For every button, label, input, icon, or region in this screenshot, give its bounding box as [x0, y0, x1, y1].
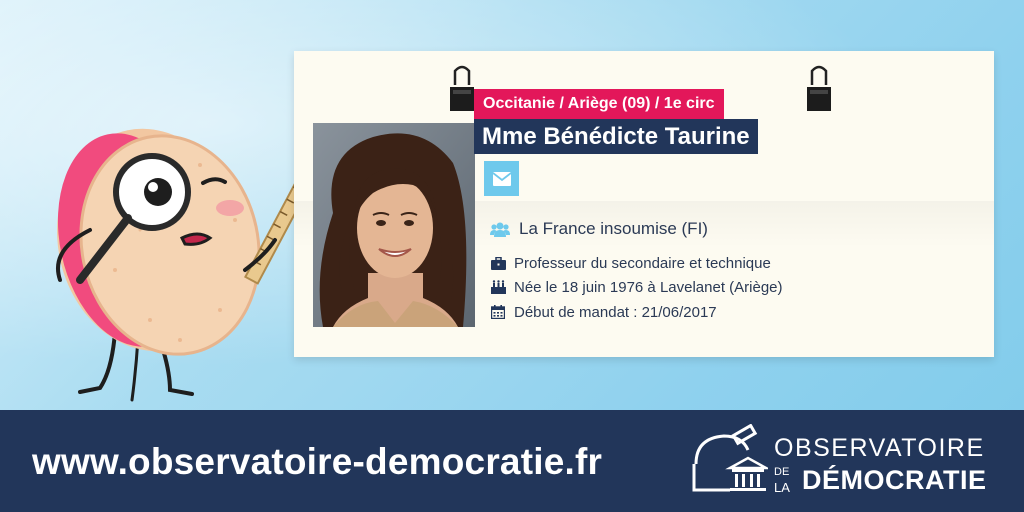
email-button[interactable] — [484, 161, 519, 196]
profession-label: Professeur du secondaire et technique — [514, 254, 771, 272]
logo-text-observatoire: OBSERVATOIRE — [774, 434, 985, 462]
calendar-icon — [490, 304, 506, 320]
macaron-mascot-illustration — [56, 125, 339, 402]
envelope-icon — [492, 171, 511, 186]
birth-row: Née le 18 juin 1976 à Lavelanet (Ariège) — [490, 277, 783, 297]
birthday-cake-icon — [490, 279, 506, 295]
website-url[interactable]: www.observatoire-democratie.fr — [32, 432, 602, 492]
logo-text-de: DE — [774, 466, 790, 478]
constituency-tag: Occitanie / Ariège (09) / 1e circ — [474, 89, 724, 119]
profession-row: Professeur du secondaire et technique — [490, 253, 771, 273]
logo-text-la: LA — [774, 480, 790, 495]
logo-text-democratie: DÉMOCRATIE — [802, 465, 987, 495]
mandate-row: Début de mandat : 21/06/2017 — [490, 302, 717, 322]
mandate-label: Début de mandat : 21/06/2017 — [514, 303, 717, 321]
binder-clip-icon — [807, 65, 831, 111]
birth-label: Née le 18 juin 1976 à Lavelanet (Ariège) — [514, 278, 783, 296]
briefcase-icon — [490, 255, 506, 271]
binder-clip-icon — [450, 65, 474, 111]
observatoire-logo: OBSERVATOIRE DE LA DÉMOCRATIE — [690, 424, 1000, 500]
party-label: La France insoumise (FI) — [519, 219, 708, 238]
users-icon — [490, 221, 510, 237]
deputy-photo — [313, 123, 475, 327]
observatory-building-icon — [692, 424, 768, 492]
party-row: La France insoumise (FI) — [490, 217, 708, 241]
deputy-name: Mme Bénédicte Taurine — [474, 119, 758, 154]
